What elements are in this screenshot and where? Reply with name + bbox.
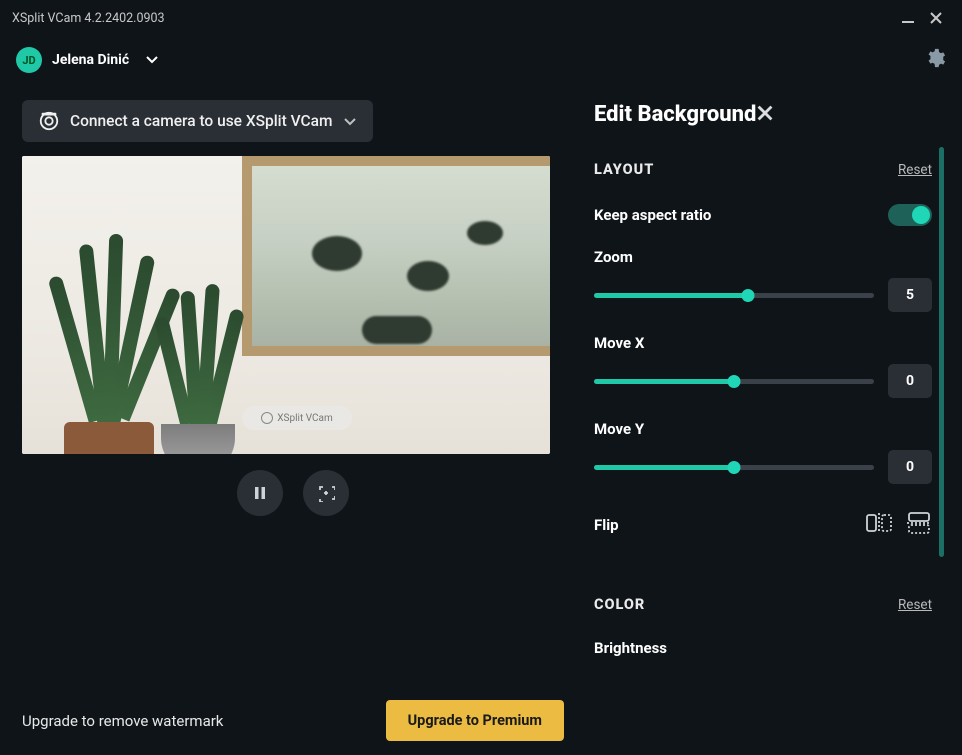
panel-close-button[interactable] [756, 104, 774, 126]
brightness-label: Brightness [594, 639, 932, 657]
preview-controls [22, 470, 564, 516]
watermark-icon [261, 412, 273, 424]
settings-button[interactable] [924, 47, 946, 73]
zoom-value[interactable]: 5 [888, 278, 932, 312]
edit-background-panel: Edit Background LAYOUT Reset Keep aspect… [576, 84, 962, 755]
connect-camera-button[interactable]: Connect a camera to use XSplit VCam [22, 100, 373, 142]
upgrade-button[interactable]: Upgrade to Premium [386, 700, 564, 741]
panel-title: Edit Background [594, 102, 756, 127]
preview-watermark: XSplit VCam [242, 406, 352, 430]
user-avatar[interactable]: JD [16, 47, 42, 73]
camera-icon [38, 110, 60, 132]
user-bar: JD Jelena Dinić [0, 36, 962, 84]
upgrade-text: Upgrade to remove watermark [22, 712, 223, 730]
section-label-layout: LAYOUT [594, 161, 654, 178]
user-menu-chevron-icon[interactable] [145, 51, 159, 70]
scrollbar-thumb[interactable] [939, 147, 944, 557]
titlebar: XSplit VCam 4.2.2402.0903 [0, 0, 962, 36]
close-button[interactable] [922, 4, 950, 32]
avatar-initials: JD [22, 54, 35, 67]
app-window: XSplit VCam 4.2.2402.0903 JD Jelena Dini… [0, 0, 962, 755]
video-preview: XSplit VCam [22, 156, 550, 454]
movex-label: Move X [594, 334, 932, 352]
flip-label: Flip [594, 516, 856, 534]
connect-camera-label: Connect a camera to use XSplit VCam [70, 112, 333, 130]
movey-value[interactable]: 0 [888, 450, 932, 484]
chevron-down-icon [343, 114, 357, 128]
movey-label: Move Y [594, 420, 932, 438]
minimize-button[interactable] [894, 4, 922, 32]
reset-layout-link[interactable]: Reset [898, 162, 932, 178]
zoom-slider[interactable] [594, 285, 874, 305]
zoom-label: Zoom [594, 248, 932, 266]
upgrade-bar: Upgrade to remove watermark Upgrade to P… [22, 696, 564, 741]
pause-button[interactable] [237, 470, 283, 516]
flip-vertical-button[interactable] [906, 512, 932, 538]
window-title: XSplit VCam 4.2.2402.0903 [12, 11, 165, 26]
user-name[interactable]: Jelena Dinić [52, 52, 129, 68]
movex-slider[interactable] [594, 371, 874, 391]
preview-painting [242, 156, 550, 356]
keep-aspect-toggle[interactable] [888, 204, 932, 226]
upgrade-button-label: Upgrade to Premium [408, 712, 542, 729]
section-label-color: COLOR [594, 596, 645, 613]
movey-slider[interactable] [594, 457, 874, 477]
flip-horizontal-button[interactable] [866, 512, 892, 538]
reset-color-link[interactable]: Reset [898, 597, 932, 613]
movex-value[interactable]: 0 [888, 364, 932, 398]
keep-aspect-label: Keep aspect ratio [594, 206, 878, 224]
panel-scroll[interactable]: LAYOUT Reset Keep aspect ratio Zoom 5 Mo… [594, 147, 944, 755]
watermark-text: XSplit VCam [277, 413, 332, 424]
snapshot-button[interactable] [303, 470, 349, 516]
preview-pane: Connect a camera to use XSplit VCam [0, 84, 576, 755]
